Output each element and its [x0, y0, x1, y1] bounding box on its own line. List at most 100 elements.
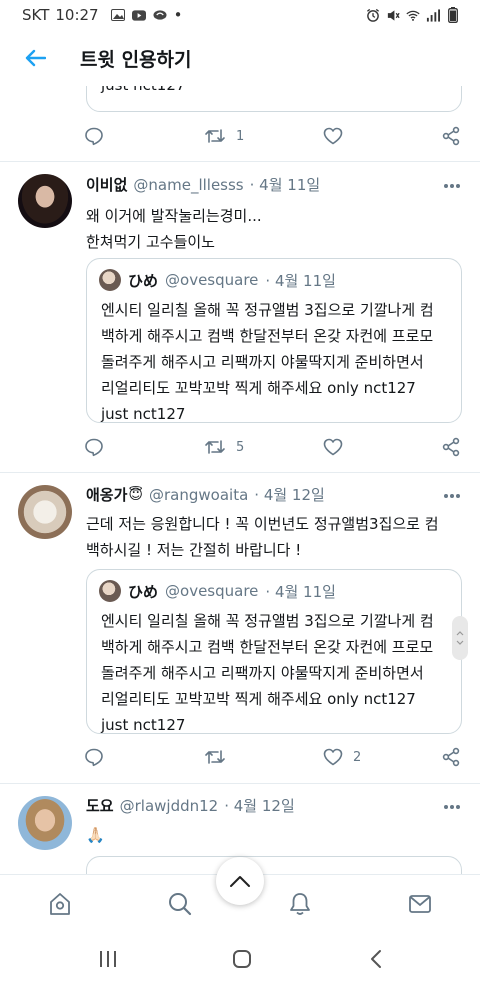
share-icon: [442, 437, 460, 457]
tweet-header: 도요 @rlawjddn12 · 4월 12일: [86, 795, 295, 816]
scroll-to-top-button[interactable]: [216, 857, 264, 905]
heart-icon: [323, 438, 343, 456]
share-icon: [442, 126, 460, 146]
retweet-button[interactable]: 1: [204, 121, 244, 151]
share-icon: [442, 747, 460, 767]
heart-icon: [323, 748, 343, 766]
quoted-tweet-header: ひめ @ovesquare · 4월 11일: [87, 570, 461, 602]
tweet-actions: 2: [80, 742, 470, 772]
cloud-notification-icon: [153, 8, 167, 22]
carrier-label: SKT: [22, 6, 50, 24]
like-button[interactable]: [323, 432, 353, 462]
retweet-button[interactable]: 5: [204, 432, 244, 462]
avatar[interactable]: [18, 796, 72, 850]
tweet-author-name[interactable]: 애옹가: [86, 484, 127, 505]
tweet-author-name[interactable]: 이비없: [86, 174, 127, 195]
tweet-text: 왜 이거에 발작눌리는경미... 한쳐먹기 고수들이노: [86, 207, 262, 251]
back-arrow-icon: [25, 49, 46, 67]
tweet-author-handle: @name_lllesss: [133, 175, 244, 194]
like-count: 2: [353, 749, 362, 765]
gallery-notification-icon: [110, 8, 125, 22]
retweet-icon: [205, 129, 225, 143]
retweet-count: 1: [236, 128, 245, 144]
reply-button[interactable]: [84, 432, 104, 462]
quoted-tweet-header: ひめ @ovesquare · 4월 11일: [87, 259, 461, 291]
chevron-up-small-icon: [456, 631, 464, 636]
quoted-tweet-card[interactable]: [86, 856, 462, 874]
home-icon: [50, 893, 70, 915]
reply-button[interactable]: [84, 742, 104, 772]
share-button[interactable]: [441, 742, 461, 772]
battery-icon: [446, 7, 460, 23]
reply-icon: [85, 127, 103, 146]
tweet-more-button[interactable]: [440, 797, 464, 817]
retweet-button[interactable]: [204, 742, 236, 772]
quoted-date: · 4월 11일: [265, 271, 336, 290]
home-button-icon: [233, 950, 251, 968]
app-header: 트윗 인용하기: [0, 30, 480, 86]
quoted-author-name: ひめ: [128, 582, 159, 601]
tweet-more-button[interactable]: [440, 176, 464, 196]
alarm-icon: [366, 8, 380, 22]
mail-icon: [409, 895, 431, 913]
tweet-actions: 5: [80, 432, 470, 462]
more-icon: [444, 184, 460, 188]
tweet-more-button[interactable]: [440, 486, 464, 506]
retweet-icon: [205, 440, 225, 454]
quoted-avatar: [99, 580, 121, 602]
quoted-author-name: ひめ: [128, 271, 159, 290]
tab-messages[interactable]: [400, 887, 440, 921]
quoted-tweet-card[interactable]: just nct127: [86, 86, 462, 112]
recent-apps-icon: [100, 951, 116, 967]
home-system-button[interactable]: [222, 944, 262, 974]
name-emoji-badge: 😇: [128, 486, 144, 503]
quoted-tweet-card[interactable]: ひめ @ovesquare · 4월 11일 엔시티 일리칠 올해 꼭 정규앨범…: [86, 258, 462, 423]
chevron-down-small-icon: [456, 640, 464, 645]
tweet-date: · 4월 12일: [224, 797, 295, 815]
quoted-author-handle: @ovesquare: [165, 271, 259, 289]
avatar[interactable]: [18, 174, 72, 228]
chevron-up-icon: [230, 876, 250, 887]
tweet-date: · 4월 11일: [249, 176, 321, 194]
more-notifications-dot: •: [173, 6, 183, 24]
tweet-divider: [0, 161, 480, 162]
share-button[interactable]: [441, 121, 461, 151]
tweet-date: · 4월 12일: [254, 486, 325, 504]
fast-scroll-handle[interactable]: [452, 616, 468, 660]
quoted-tweet-card[interactable]: ひめ @ovesquare · 4월 11일 엔시티 일리칠 올해 꼭 정규앨범…: [86, 569, 462, 734]
tweet-author-handle: @rlawjddn12: [119, 796, 219, 815]
bell-icon: [290, 893, 310, 915]
status-bar: SKT 10:27 •: [0, 0, 480, 30]
back-chevron-icon: [371, 950, 381, 968]
tweet-author-handle: @rangwoaita: [149, 485, 249, 504]
tab-notifications[interactable]: [280, 887, 320, 921]
tweet-divider: [0, 783, 480, 784]
quoted-tweet-text: 엔시티 일리칠 올해 꼭 정규앨범 3집으로 기깔나게 컴 백하게 해주시고 컴…: [101, 301, 434, 423]
quoted-avatar: [99, 269, 121, 291]
retweet-icon: [205, 750, 225, 764]
avatar[interactable]: [18, 485, 72, 539]
quote-tweets-feed[interactable]: just nct127 1 이비없 @name_lllesss · 4월 11일…: [0, 86, 480, 874]
quoted-tweet-text: 엔시티 일리칠 올해 꼭 정규앨범 3집으로 기깔나게 컴 백하게 해주시고 컴…: [101, 612, 434, 734]
share-button[interactable]: [441, 432, 461, 462]
tab-search[interactable]: [160, 887, 200, 921]
quoted-date: · 4월 11일: [265, 582, 336, 601]
tweet-actions: 1: [80, 121, 470, 151]
system-navigation-bar: [0, 932, 480, 987]
reply-icon: [85, 438, 103, 457]
page-title: 트윗 인용하기: [80, 48, 192, 71]
recent-apps-button[interactable]: [88, 944, 128, 974]
like-button[interactable]: 2: [323, 742, 361, 772]
heart-icon: [323, 127, 343, 145]
reply-button[interactable]: [84, 121, 104, 151]
wifi-icon: [406, 8, 420, 22]
back-arrow-button[interactable]: [18, 41, 52, 75]
tab-home[interactable]: [40, 887, 80, 921]
tweet-author-name[interactable]: 도요: [86, 795, 114, 816]
back-system-button[interactable]: [356, 944, 396, 974]
like-button[interactable]: [323, 121, 343, 151]
clock: 10:27: [55, 6, 99, 24]
retweet-count: 5: [236, 439, 245, 455]
tweet-text: 근데 저는 응원합니다 ! 꼭 이번년도 정규앨범3집으로 컴 백하시길 ! 저…: [86, 515, 439, 559]
search-icon: [169, 893, 192, 916]
